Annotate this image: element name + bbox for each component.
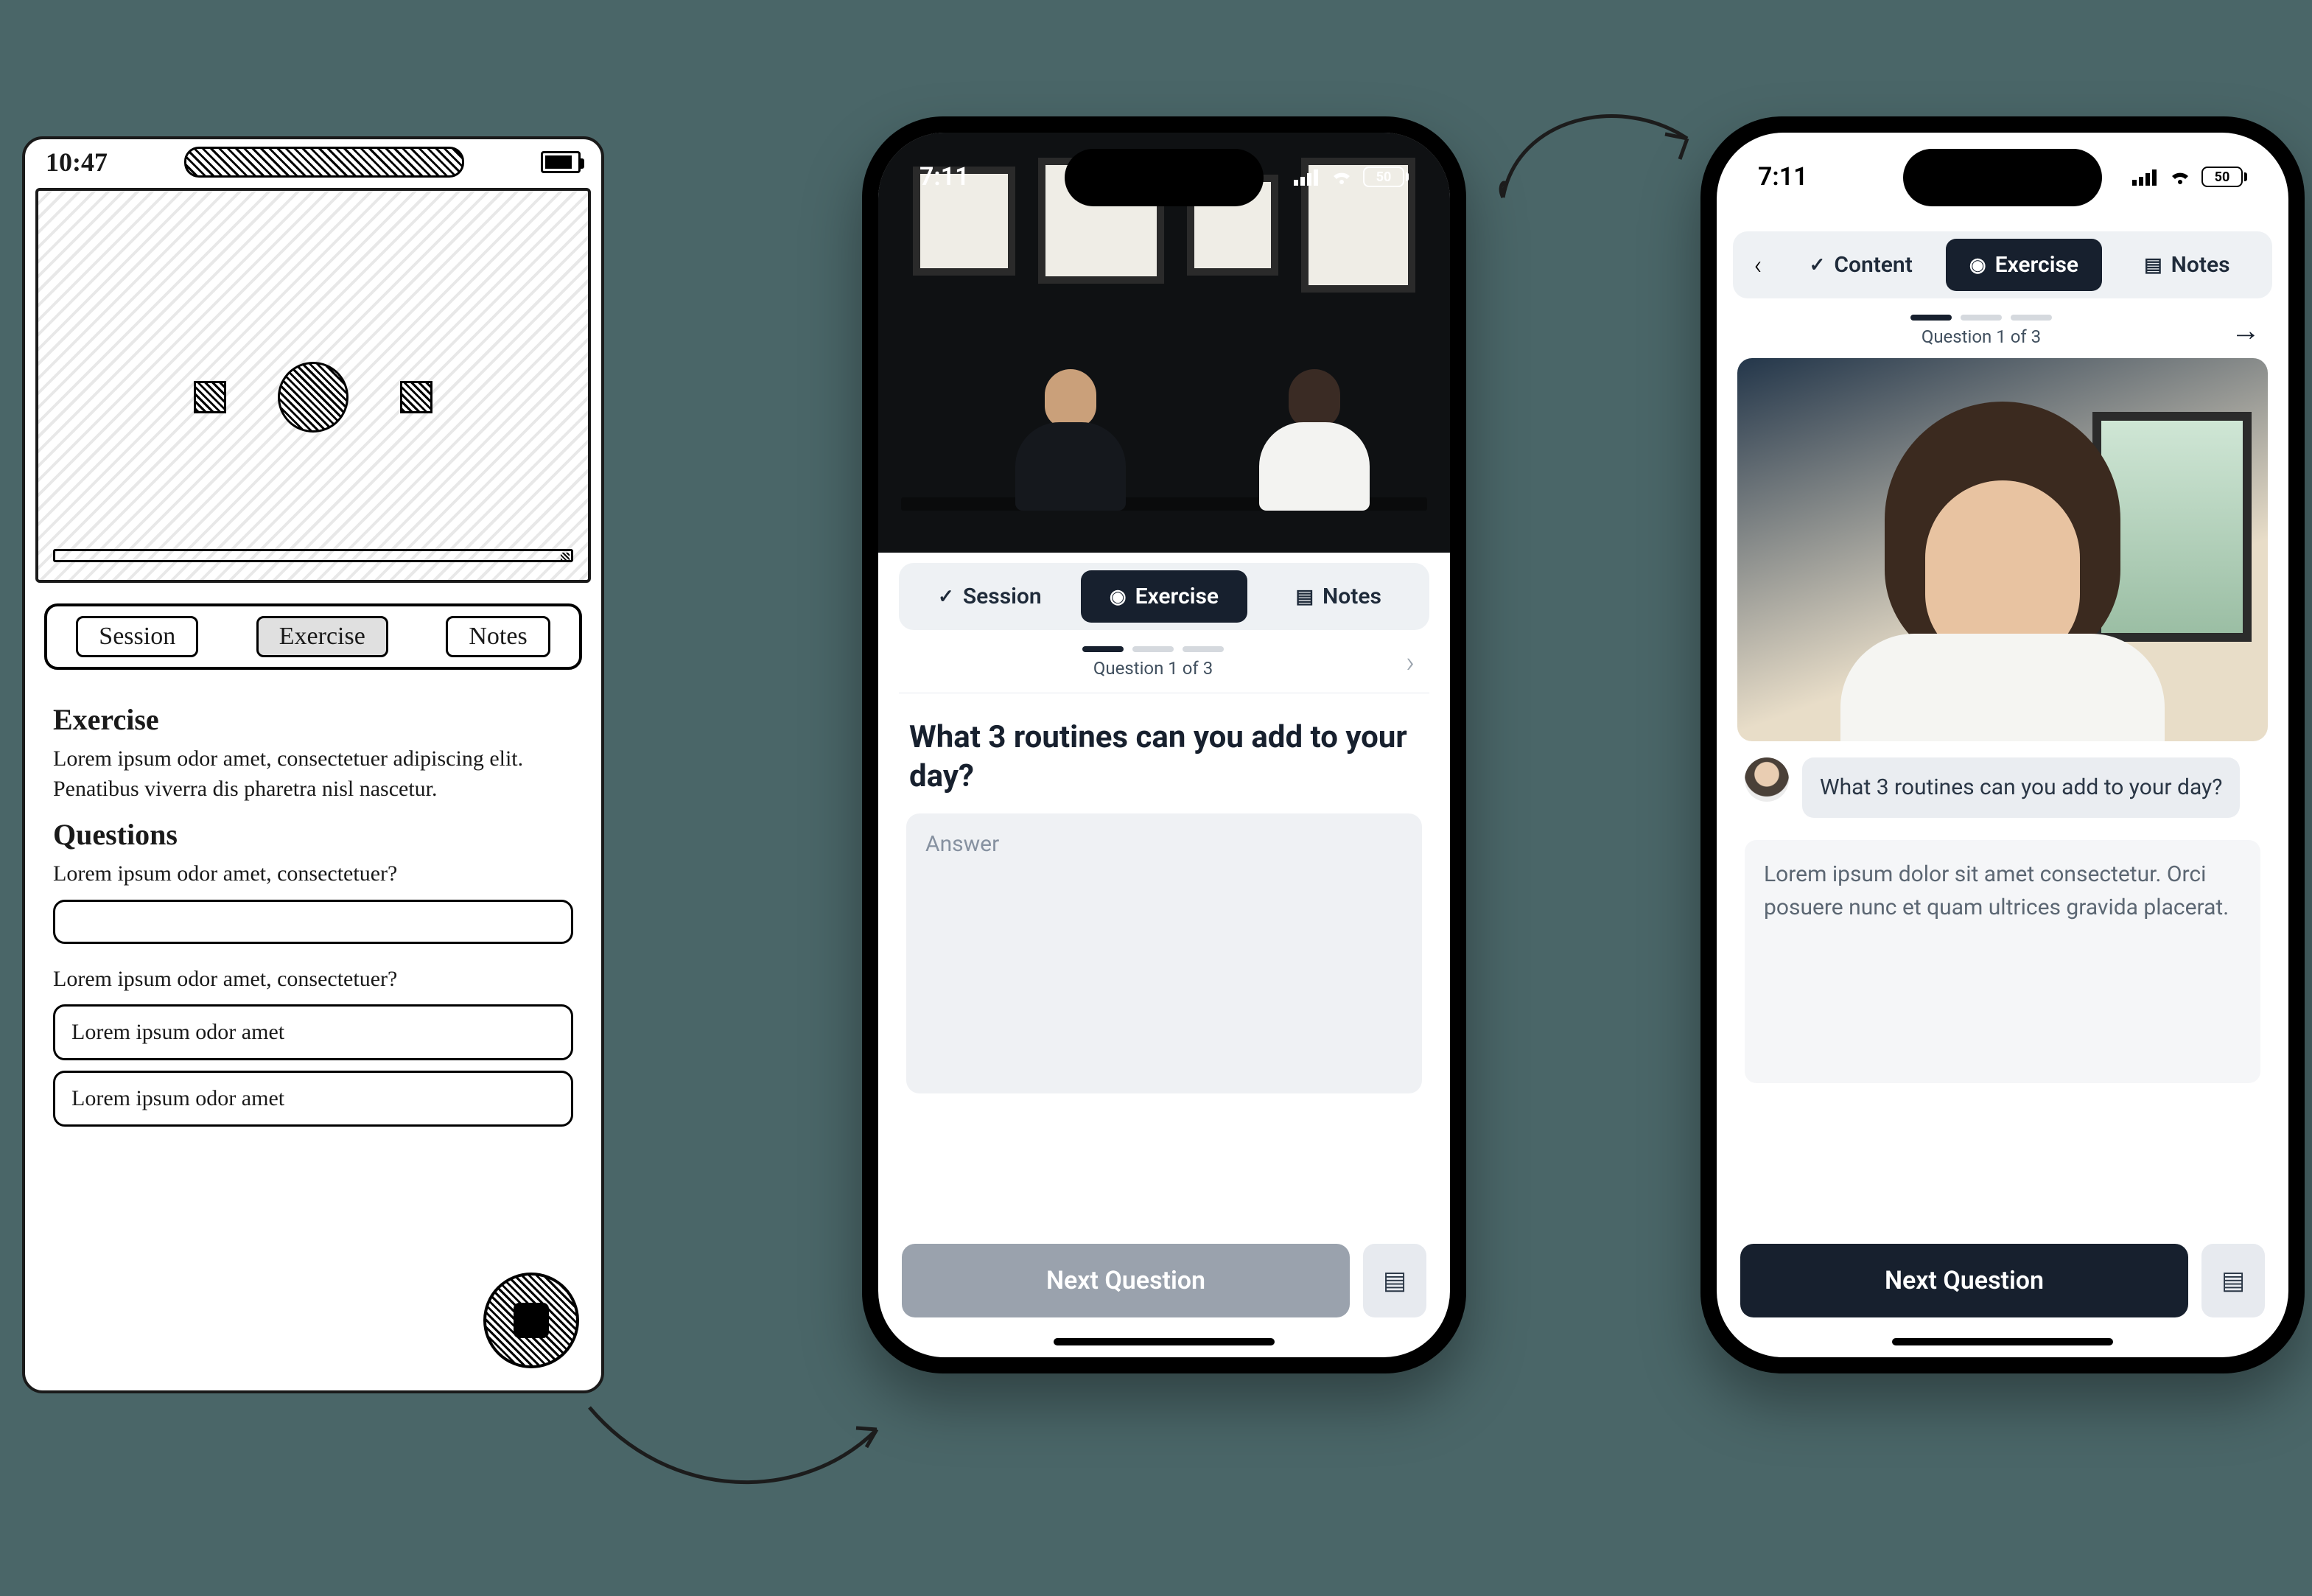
placeholder: Answer (925, 831, 999, 857)
tab-label: Session (963, 584, 1042, 609)
clock: 10:47 (46, 147, 108, 178)
answer-option[interactable]: Lorem ipsum odor amet (53, 1004, 573, 1060)
phone-frame: 7:11 50 ✓ Session ◉ Exercise (862, 116, 1466, 1373)
wifi-icon (1329, 168, 1354, 186)
tab-exercise[interactable]: ◉ Exercise (1081, 570, 1248, 623)
chevron-right-icon[interactable]: › (1406, 645, 1415, 679)
notes-button[interactable]: ▤ (1363, 1244, 1426, 1317)
chat-message: What 3 routines can you add to your day? (1745, 757, 2260, 818)
tab-notes[interactable]: ▤ Notes (1255, 570, 1422, 623)
tab-exercise[interactable]: Exercise (256, 616, 388, 657)
tab-label: Content (1834, 252, 1912, 278)
tab-label: Exercise (1995, 252, 2078, 278)
answer-text: Lorem ipsum dolor sit amet consectetur. … (1764, 861, 2229, 920)
tab-notes[interactable]: Notes (446, 616, 550, 657)
battery-icon: 50 (2201, 167, 2247, 187)
home-indicator[interactable] (1054, 1338, 1275, 1345)
wireframe-phone: 10:47 Session Exercise Notes Exercise Lo… (22, 136, 604, 1393)
battery-level: 50 (1363, 167, 1404, 187)
video-player[interactable] (35, 188, 591, 583)
clock: 7:11 (919, 162, 970, 192)
flow-arrow-icon (1488, 87, 1709, 212)
section-description: Lorem ipsum odor amet, consectetuer adip… (53, 744, 573, 804)
signal-icon (1294, 168, 1320, 186)
wifi-icon (2168, 168, 2193, 186)
notes-button[interactable]: ▤ (2201, 1244, 2265, 1317)
tab-label: Notes (1323, 584, 1381, 609)
coach-avatar (1745, 757, 1789, 802)
tab-session[interactable]: Session (76, 616, 198, 657)
progress-indicator: Question 1 of 3 → (1717, 309, 2288, 351)
question-title: What 3 routines can you add to your day? (906, 707, 1422, 813)
fab-icon (514, 1303, 549, 1338)
notes-icon: ▤ (1295, 586, 1314, 608)
answer-input[interactable] (53, 900, 573, 944)
tab-notes[interactable]: ▤ Notes (2109, 239, 2265, 291)
play-icon[interactable] (278, 362, 348, 433)
tab-content[interactable]: ✓ Content (1783, 239, 1938, 291)
answer-input[interactable]: Answer (906, 813, 1422, 1093)
next-icon[interactable] (400, 381, 432, 413)
segment-control: ✓ Session ◉ Exercise ▤ Notes (899, 563, 1429, 630)
signal-icon (2132, 168, 2159, 186)
answer-input[interactable]: Lorem ipsum dolor sit amet consectetur. … (1745, 840, 2260, 1083)
dynamic-island (1903, 149, 2102, 206)
fab-button[interactable] (483, 1273, 579, 1368)
answer-option[interactable]: Lorem ipsum odor amet (53, 1071, 573, 1127)
tab-exercise[interactable]: ◉ Exercise (1946, 239, 2101, 291)
target-icon: ◉ (1110, 586, 1127, 608)
video-scrubber[interactable] (53, 549, 573, 562)
question-text: Lorem ipsum odor amet, consectetuer? (53, 859, 573, 889)
speaker-grille-icon (184, 147, 464, 178)
question-text: Lorem ipsum odor amet, consectetuer? (53, 965, 573, 995)
section-heading: Exercise (53, 702, 573, 737)
flow-arrow-icon (582, 1378, 891, 1511)
questions-heading: Questions (53, 817, 573, 852)
back-button[interactable]: ‹ (1740, 248, 1776, 283)
coach-video[interactable] (1737, 358, 2268, 741)
progress-indicator: Question 1 of 3 › (878, 640, 1450, 685)
next-question-button[interactable]: Next Question (902, 1244, 1350, 1317)
home-indicator[interactable] (1892, 1338, 2113, 1345)
progress-label: Question 1 of 3 (1093, 658, 1213, 679)
battery-icon: 50 (1363, 167, 1409, 187)
check-icon: ✓ (938, 586, 954, 608)
chevron-left-icon: ‹ (1754, 250, 1762, 281)
phone-frame: 7:11 50 ‹ ✓ Content ◉ Exercise (1700, 116, 2305, 1373)
arrow-right-icon[interactable]: → (2231, 313, 2260, 348)
sticky-note-icon: ▤ (2221, 1266, 2245, 1295)
segment-control: Session Exercise Notes (44, 603, 582, 670)
tab-label: Notes (2171, 252, 2230, 278)
chat-bubble: What 3 routines can you add to your day? (1802, 757, 2240, 818)
battery-level: 50 (2201, 167, 2243, 187)
battery-icon (541, 151, 581, 173)
next-question-button[interactable]: Next Question (1740, 1244, 2188, 1317)
status-bar: 10:47 (25, 139, 601, 181)
sticky-note-icon: ▤ (1383, 1266, 1407, 1295)
segment-control: ‹ ✓ Content ◉ Exercise ▤ Notes (1733, 231, 2272, 298)
prev-icon[interactable] (194, 381, 226, 413)
progress-label: Question 1 of 3 (1922, 326, 2041, 347)
check-icon: ✓ (1810, 254, 1826, 276)
notes-icon: ▤ (2144, 254, 2162, 276)
tab-session[interactable]: ✓ Session (906, 570, 1073, 623)
clock: 7:11 (1758, 162, 1808, 192)
dynamic-island (1065, 149, 1264, 206)
target-icon: ◉ (1969, 254, 1986, 276)
tab-label: Exercise (1135, 584, 1219, 609)
